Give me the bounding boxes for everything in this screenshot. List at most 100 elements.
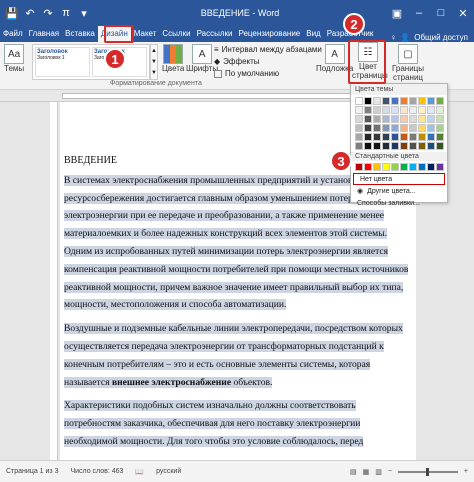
- theme-color-swatch[interactable]: [409, 124, 417, 132]
- theme-color-swatch[interactable]: [436, 133, 444, 141]
- theme-color-swatch[interactable]: [427, 133, 435, 141]
- pi-symbol-button[interactable]: π: [58, 5, 74, 21]
- theme-color-swatch[interactable]: [409, 97, 417, 105]
- tab-8[interactable]: Вид: [303, 26, 323, 42]
- paragraph-2[interactable]: Воздушные и подземные кабельные линии эл…: [64, 323, 403, 388]
- theme-color-swatch[interactable]: [427, 106, 435, 114]
- theme-color-swatch[interactable]: [373, 133, 381, 141]
- theme-color-swatch[interactable]: [427, 115, 435, 123]
- theme-color-swatch[interactable]: [355, 97, 363, 105]
- tab-5[interactable]: Ссылки: [159, 26, 193, 42]
- language[interactable]: русский: [156, 468, 181, 475]
- set-default-button[interactable]: По умолчанию: [214, 68, 322, 79]
- theme-color-swatch[interactable]: [391, 97, 399, 105]
- standard-color-swatch[interactable]: [400, 163, 408, 171]
- page-count[interactable]: Страница 1 из 3: [6, 468, 58, 475]
- theme-color-swatch[interactable]: [436, 142, 444, 150]
- tell-me-icon[interactable]: ♀: [390, 33, 396, 42]
- tab-1[interactable]: Главная: [26, 26, 62, 42]
- theme-color-swatch[interactable]: [436, 115, 444, 123]
- theme-color-swatch[interactable]: [355, 124, 363, 132]
- theme-color-swatch[interactable]: [364, 97, 372, 105]
- theme-color-swatch[interactable]: [391, 106, 399, 114]
- theme-color-swatch[interactable]: [400, 97, 408, 105]
- theme-color-swatch[interactable]: [400, 124, 408, 132]
- style-gallery[interactable]: ЗаголовокЗаголовок 1 ЗаголовокЗаголовок …: [32, 44, 150, 80]
- chevron-down-icon[interactable]: ▼: [151, 59, 157, 65]
- no-color-item[interactable]: Нет цвета: [353, 173, 445, 185]
- theme-color-swatch[interactable]: [355, 115, 363, 123]
- theme-color-swatch[interactable]: [418, 133, 426, 141]
- word-count[interactable]: Число слов: 463: [70, 468, 123, 475]
- theme-color-swatch[interactable]: [436, 97, 444, 105]
- zoom-slider[interactable]: [397, 467, 458, 476]
- standard-color-swatch[interactable]: [391, 163, 399, 171]
- tab-0[interactable]: Файл: [0, 26, 26, 42]
- theme-color-swatch[interactable]: [391, 133, 399, 141]
- theme-color-swatch[interactable]: [418, 97, 426, 105]
- theme-color-swatch[interactable]: [436, 124, 444, 132]
- theme-color-swatch[interactable]: [400, 115, 408, 123]
- theme-color-swatch[interactable]: [418, 106, 426, 114]
- tab-4[interactable]: Макет: [131, 26, 160, 42]
- web-layout-icon[interactable]: ▥: [375, 468, 382, 476]
- chevron-up-icon[interactable]: ▲: [151, 48, 157, 54]
- page-borders-button[interactable]: ▢ Границы страниц: [388, 44, 428, 82]
- theme-color-swatch[interactable]: [391, 124, 399, 132]
- theme-color-swatch[interactable]: [427, 97, 435, 105]
- theme-color-swatch[interactable]: [391, 115, 399, 123]
- theme-color-swatch[interactable]: [373, 115, 381, 123]
- theme-color-swatch[interactable]: [391, 142, 399, 150]
- tab-2[interactable]: Вставка: [62, 26, 98, 42]
- theme-color-swatch[interactable]: [409, 133, 417, 141]
- theme-color-swatch[interactable]: [418, 124, 426, 132]
- more-icon[interactable]: ▼: [151, 70, 157, 76]
- theme-color-swatch[interactable]: [409, 142, 417, 150]
- theme-color-swatch[interactable]: [373, 142, 381, 150]
- zoom-knob[interactable]: [425, 467, 429, 476]
- minimize-icon[interactable]: –: [408, 0, 430, 26]
- proofing-icon[interactable]: 📖: [135, 468, 144, 476]
- theme-color-swatch[interactable]: [382, 106, 390, 114]
- theme-color-swatch[interactable]: [373, 106, 381, 114]
- theme-color-swatch[interactable]: [355, 106, 363, 114]
- theme-color-swatch[interactable]: [400, 106, 408, 114]
- read-mode-icon[interactable]: ▤: [350, 468, 357, 476]
- theme-color-swatch[interactable]: [436, 106, 444, 114]
- standard-color-swatch[interactable]: [373, 163, 381, 171]
- theme-color-swatch[interactable]: [427, 124, 435, 132]
- theme-color-swatch[interactable]: [409, 106, 417, 114]
- standard-color-swatch[interactable]: [436, 163, 444, 171]
- theme-color-swatch[interactable]: [409, 115, 417, 123]
- standard-color-swatch[interactable]: [382, 163, 390, 171]
- theme-color-swatch[interactable]: [364, 106, 372, 114]
- colors-button[interactable]: Цвета: [162, 44, 184, 73]
- theme-color-swatch[interactable]: [418, 115, 426, 123]
- effects-button[interactable]: ◆ Эффекты: [214, 56, 322, 67]
- standard-color-swatch[interactable]: [355, 163, 363, 171]
- theme-color-swatch[interactable]: [400, 133, 408, 141]
- theme-color-swatch[interactable]: [400, 142, 408, 150]
- paragraph-spacing-button[interactable]: ≡ Интервал между абзацами: [214, 44, 322, 55]
- close-icon[interactable]: ✕: [452, 0, 474, 26]
- theme-color-swatch[interactable]: [364, 124, 372, 132]
- save-icon[interactable]: 💾: [4, 5, 20, 21]
- theme-color-swatch[interactable]: [355, 142, 363, 150]
- gallery-scroll[interactable]: ▲ ▼ ▼: [150, 44, 158, 80]
- redo-icon[interactable]: ↷: [40, 5, 56, 21]
- theme-color-swatch[interactable]: [355, 133, 363, 141]
- theme-color-swatch[interactable]: [382, 133, 390, 141]
- theme-color-swatch[interactable]: [364, 133, 372, 141]
- vertical-ruler[interactable]: [50, 102, 58, 460]
- style-thumb[interactable]: ЗаголовокЗаголовок 1: [35, 47, 90, 77]
- theme-color-swatch[interactable]: [364, 142, 372, 150]
- theme-color-swatch[interactable]: [382, 124, 390, 132]
- themes-button[interactable]: Aa Темы: [4, 44, 24, 73]
- fill-methods-item[interactable]: Способы заливки...: [351, 197, 447, 209]
- share-icon[interactable]: 👤: [400, 33, 410, 42]
- print-layout-icon[interactable]: ▦: [363, 468, 370, 476]
- theme-color-swatch[interactable]: [373, 97, 381, 105]
- standard-color-swatch[interactable]: [364, 163, 372, 171]
- standard-color-swatch[interactable]: [409, 163, 417, 171]
- ribbon-options-icon[interactable]: ▣: [386, 0, 408, 26]
